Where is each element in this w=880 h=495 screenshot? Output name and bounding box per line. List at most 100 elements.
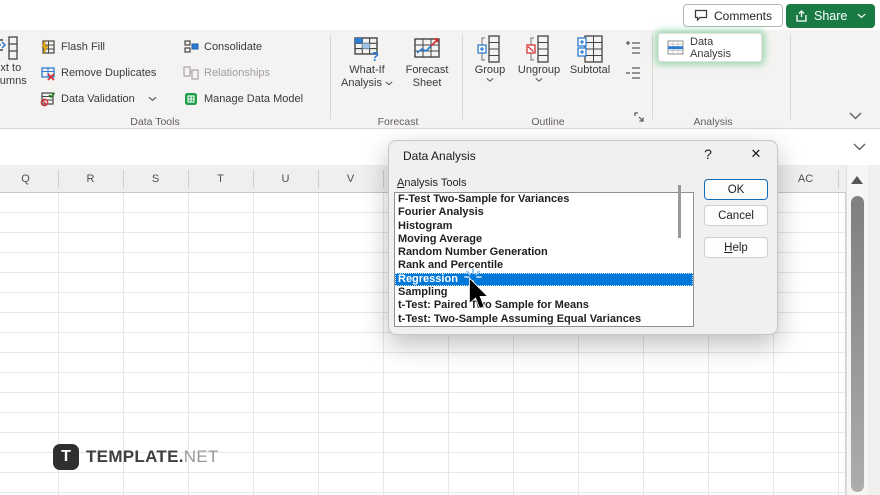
ok-button[interactable]: OK <box>704 179 768 200</box>
listbox-scrollbar-thumb[interactable] <box>678 185 681 238</box>
forecast-sheet-button[interactable]: Forecast Sheet <box>400 34 454 112</box>
forecast-group-label: Forecast <box>377 116 419 128</box>
ribbon: Text to Columns Flash Fill Remove Duplic… <box>0 30 880 129</box>
formula-bar-expand-button[interactable] <box>853 143 866 151</box>
ribbon-separator <box>790 35 791 119</box>
forecast-sheet-icon <box>414 38 440 58</box>
data-analysis-dialog: Data Analysis ? ✕ Analysis Tools F-Test … <box>388 140 778 335</box>
hide-detail-button[interactable] <box>624 63 641 83</box>
vertical-scrollbar[interactable] <box>846 165 868 495</box>
what-if-label-1: What-If <box>349 64 385 76</box>
remove-duplicates-label: Remove Duplicates <box>61 67 157 79</box>
share-button[interactable]: Share <box>786 4 876 28</box>
manage-data-model-label: Manage Data Model <box>204 93 304 105</box>
manage-data-model-button[interactable]: Manage Data Model <box>183 89 303 109</box>
flash-fill-icon <box>41 39 55 55</box>
share-chevron-icon <box>857 13 866 19</box>
ribbon-separator <box>462 35 463 119</box>
template-net-label: TEMPLATE.NET <box>86 447 219 466</box>
ungroup-icon <box>526 35 549 63</box>
data-validation-chevron-icon <box>148 96 157 102</box>
column-header[interactable]: V <box>318 165 383 193</box>
analysis-tools-listbox[interactable]: F-Test Two-Sample for Variances Fourier A… <box>394 192 694 327</box>
column-header[interactable]: T <box>188 165 253 193</box>
relationships-button: Relationships <box>183 63 270 83</box>
scroll-up-arrow-icon[interactable] <box>851 176 863 184</box>
remove-duplicates-button[interactable]: Remove Duplicates <box>40 63 156 83</box>
data-analysis-icon <box>667 39 684 55</box>
column-header[interactable]: AC <box>773 165 838 193</box>
column-header[interactable]: R <box>58 165 123 193</box>
data-validation-button[interactable]: Data Validation <box>40 89 157 109</box>
outline-dialog-launcher[interactable] <box>634 112 645 123</box>
group-button[interactable]: Group <box>468 34 512 112</box>
text-to-columns-icon <box>0 36 18 60</box>
what-if-analysis-button[interactable]: ? What-If Analysis <box>338 34 396 112</box>
consolidate-icon <box>184 40 199 53</box>
flash-fill-button[interactable]: Flash Fill <box>40 37 105 57</box>
window-top-bar: Comments Share <box>0 0 880 30</box>
data-analysis-label: Data Analysis <box>690 35 731 60</box>
column-header-separator <box>318 170 319 188</box>
analysis-tool-item[interactable]: F-Test Two-Sample for Variances <box>395 193 693 206</box>
column-header-separator <box>253 170 254 188</box>
column-header[interactable]: U <box>253 165 318 193</box>
remove-duplicates-icon <box>41 67 55 81</box>
flash-fill-label: Flash Fill <box>61 41 106 53</box>
analysis-tool-item[interactable]: Regression <box>395 272 693 287</box>
comments-button[interactable]: Comments <box>683 4 784 27</box>
column-header-separator <box>383 170 384 188</box>
column-header-separator <box>188 170 189 188</box>
window-edge <box>868 165 880 495</box>
subtotal-icon <box>577 35 603 63</box>
analysis-tool-item[interactable]: Rank and Percentile <box>395 259 693 272</box>
share-icon <box>796 9 807 22</box>
analysis-tool-item[interactable]: Random Number Generation <box>395 246 693 259</box>
column-header[interactable]: Q <box>0 165 58 193</box>
cancel-button[interactable]: Cancel <box>704 205 768 226</box>
hide-detail-icon <box>626 67 640 79</box>
gridline <box>838 193 839 495</box>
column-header-separator <box>123 170 124 188</box>
ribbon-collapse-button[interactable] <box>849 112 862 120</box>
dialog-help-button[interactable]: ? <box>697 146 719 162</box>
data-tools-group-label: Data Tools <box>130 116 180 128</box>
vertical-scrollbar-thumb[interactable] <box>851 196 864 492</box>
outline-group-label: Outline <box>531 116 565 128</box>
ungroup-label: Ungroup <box>517 64 561 76</box>
analysis-tools-label: Analysis Tools <box>397 177 467 189</box>
gridline <box>318 193 319 495</box>
data-analysis-button[interactable]: Data Analysis <box>658 33 762 62</box>
ribbon-separator <box>652 35 653 119</box>
forecast-sheet-label-1: Forecast <box>405 64 449 76</box>
gridline <box>253 193 254 495</box>
what-if-analysis-icon: ? <box>354 37 379 64</box>
consolidate-label: Consolidate <box>204 41 263 53</box>
analysis-group-label: Analysis <box>693 116 733 128</box>
text-to-columns-label-2: Columns <box>0 75 27 87</box>
text-to-columns-label-1: Text to <box>0 62 22 74</box>
data-validation-icon <box>40 92 56 107</box>
gridline <box>383 193 384 495</box>
text-to-columns-button[interactable]: Text to Columns <box>0 34 40 112</box>
column-header[interactable]: S <box>123 165 188 193</box>
show-detail-icon <box>626 41 640 54</box>
group-icon <box>477 35 500 63</box>
column-header-separator <box>838 170 839 188</box>
ungroup-button[interactable]: Ungroup <box>514 34 564 112</box>
data-validation-label: Data Validation <box>61 93 135 105</box>
analysis-tool-item[interactable]: t-Test: Paired Two Sample for Means <box>395 299 693 312</box>
analysis-tool-item[interactable]: Fourier Analysis <box>395 206 693 219</box>
analysis-tool-item[interactable]: t-Test: Two-Sample Assuming Equal Varian… <box>395 313 693 326</box>
consolidate-button[interactable]: Consolidate <box>183 37 262 57</box>
show-detail-button[interactable] <box>624 38 641 58</box>
analysis-tool-item[interactable]: Sampling <box>395 286 693 299</box>
svg-text:?: ? <box>371 49 379 64</box>
analysis-tool-item[interactable]: Moving Average <box>395 233 693 246</box>
subtotal-button[interactable]: Subtotal <box>564 34 616 112</box>
dialog-close-button[interactable]: ✕ <box>745 146 767 162</box>
what-if-chevron-icon <box>385 81 393 86</box>
analysis-tool-item[interactable]: Histogram <box>395 220 693 233</box>
subtotal-label: Subtotal <box>569 64 611 76</box>
help-button[interactable]: Help <box>704 237 768 258</box>
